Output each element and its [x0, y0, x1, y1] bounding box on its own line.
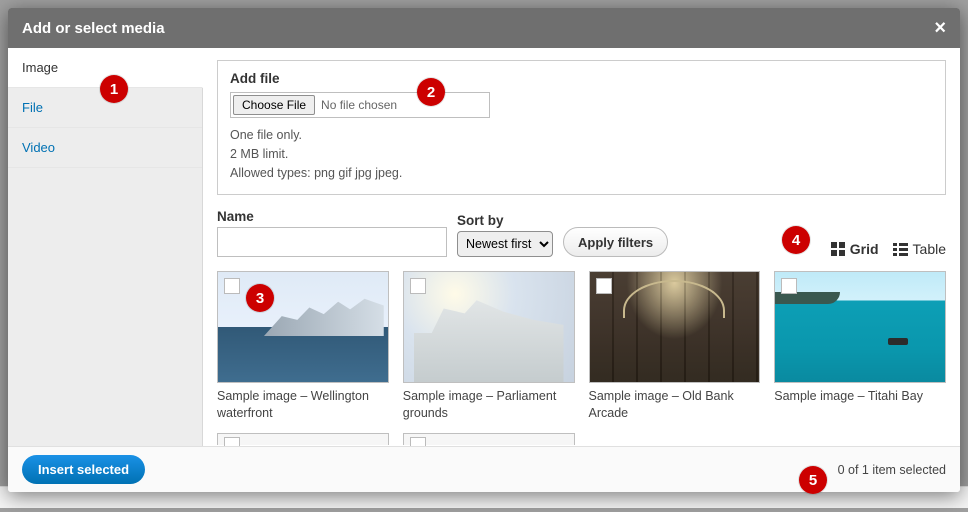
dialog-header: Add or select media ×	[8, 8, 960, 48]
dialog-body: Image File Video Add file Choose File No…	[8, 48, 960, 446]
name-input[interactable]	[217, 227, 447, 257]
tab-label: Video	[22, 140, 55, 155]
view-label: Table	[913, 241, 946, 257]
filter-bar: Name Sort by Newest first Apply filters …	[217, 209, 946, 257]
annotation-1: 1	[100, 75, 128, 103]
tab-label: File	[22, 100, 43, 115]
sidebar-fill	[8, 168, 202, 446]
view-table-button[interactable]: Table	[893, 241, 946, 257]
annotation-2: 2	[417, 78, 445, 106]
selection-status: 0 of 1 item selected	[838, 463, 946, 477]
media-tile[interactable]: Sample image – Old Bank Arcade	[589, 271, 761, 421]
select-checkbox[interactable]	[781, 278, 797, 294]
thumbnail[interactable]	[589, 271, 761, 383]
select-checkbox[interactable]	[410, 437, 426, 446]
annotation-4: 4	[782, 226, 810, 254]
tile-caption: Sample image – Titahi Bay	[774, 388, 946, 404]
media-tile-stub[interactable]	[217, 433, 389, 445]
main-panel: Add file Choose File No file chosen One …	[203, 48, 960, 446]
media-tile[interactable]: Sample image – Parliament grounds	[403, 271, 575, 421]
choose-file-button[interactable]: Choose File	[233, 95, 315, 115]
view-toggle: Grid Table	[831, 241, 946, 257]
media-dialog: Add or select media × Image File Video A…	[8, 8, 960, 492]
media-tile-stub[interactable]	[403, 433, 575, 445]
media-tile[interactable]: Sample image – Wellington waterfront	[217, 271, 389, 421]
select-checkbox[interactable]	[410, 278, 426, 294]
view-grid-button[interactable]: Grid	[831, 241, 879, 257]
upload-hint: One file only.	[230, 126, 933, 145]
upload-heading: Add file	[230, 71, 933, 86]
upload-box: Add file Choose File No file chosen One …	[217, 60, 946, 195]
select-checkbox[interactable]	[224, 437, 240, 446]
media-tile[interactable]: Sample image – Titahi Bay	[774, 271, 946, 421]
name-label: Name	[217, 209, 447, 224]
select-checkbox[interactable]	[224, 278, 240, 294]
upload-hints: One file only. 2 MB limit. Allowed types…	[230, 126, 933, 182]
sort-label: Sort by	[457, 213, 553, 228]
sidebar: Image File Video	[8, 48, 203, 446]
tile-caption: Sample image – Old Bank Arcade	[589, 388, 761, 421]
media-grid: Sample image – Wellington waterfront Sam…	[217, 271, 946, 421]
apply-filters-button[interactable]: Apply filters	[563, 227, 668, 257]
close-icon[interactable]: ×	[934, 18, 946, 38]
grid-icon	[831, 242, 845, 256]
sort-select[interactable]: Newest first	[457, 231, 553, 257]
filter-name-group: Name	[217, 209, 447, 257]
tile-caption: Sample image – Wellington waterfront	[217, 388, 389, 421]
select-checkbox[interactable]	[596, 278, 612, 294]
annotation-3: 3	[246, 284, 274, 312]
thumbnail[interactable]	[217, 271, 389, 383]
tab-video[interactable]: Video	[8, 128, 202, 168]
table-icon	[893, 243, 908, 256]
upload-hint: 2 MB limit.	[230, 145, 933, 164]
filter-sort-group: Sort by Newest first	[457, 213, 553, 257]
tile-caption: Sample image – Parliament grounds	[403, 388, 575, 421]
view-label: Grid	[850, 241, 879, 257]
thumbnail[interactable]	[774, 271, 946, 383]
media-grid-row-2	[217, 433, 946, 445]
tab-label: Image	[22, 60, 58, 75]
insert-selected-button[interactable]: Insert selected	[22, 455, 145, 484]
dialog-title: Add or select media	[22, 20, 165, 37]
no-file-label: No file chosen	[317, 93, 397, 117]
upload-hint: Allowed types: png gif jpg jpeg.	[230, 164, 933, 183]
file-input[interactable]: Choose File No file chosen	[230, 92, 490, 118]
annotation-5: 5	[799, 466, 827, 494]
thumbnail[interactable]	[403, 271, 575, 383]
